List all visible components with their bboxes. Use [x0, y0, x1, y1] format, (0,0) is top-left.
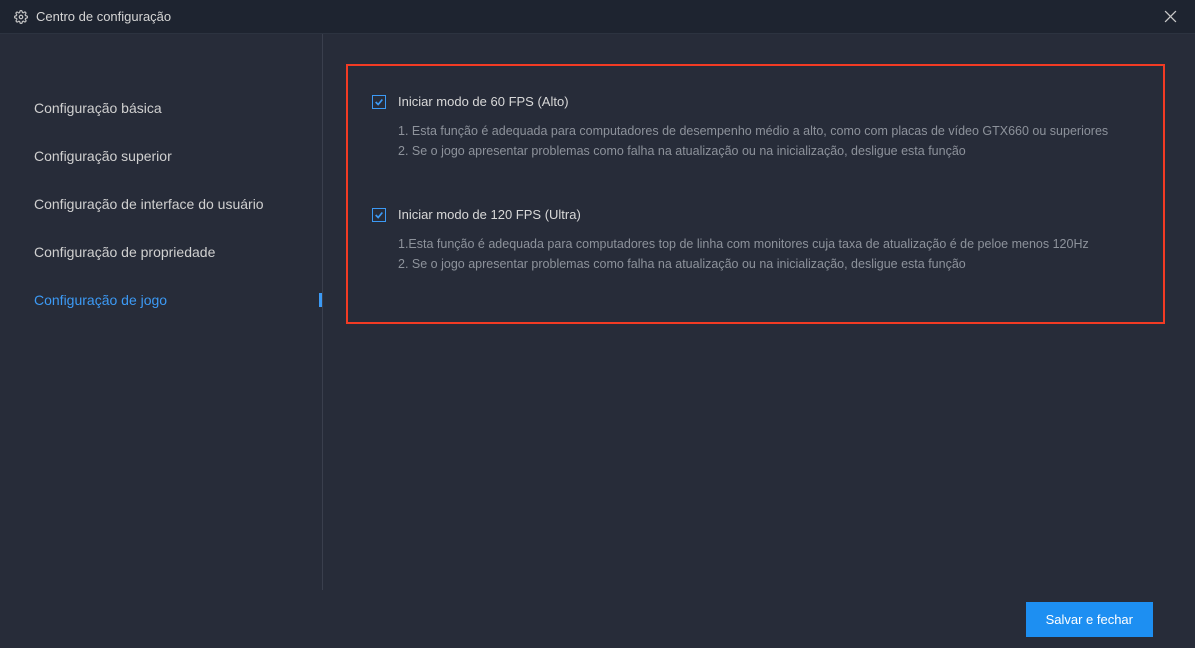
option-fps60-desc-line1: 1. Esta função é adequada para computado…	[398, 121, 1139, 141]
option-fps120-desc-line2: 2. Se o jogo apresentar problemas como f…	[398, 254, 1139, 274]
sidebar-item-ui[interactable]: Configuração de interface do usuário	[0, 180, 322, 228]
option-fps60-desc: 1. Esta função é adequada para computado…	[372, 121, 1139, 161]
option-fps120-desc: 1.Esta função é adequada para computador…	[372, 234, 1139, 274]
footer: Salvar e fechar	[0, 590, 1195, 648]
checkbox-fps60[interactable]	[372, 95, 386, 109]
sidebar-item-superior[interactable]: Configuração superior	[0, 132, 322, 180]
title-bar: Centro de configuração	[0, 0, 1195, 34]
gear-icon	[14, 10, 28, 24]
highlight-box: Iniciar modo de 60 FPS (Alto) 1. Esta fu…	[346, 64, 1165, 324]
main-panel: Iniciar modo de 60 FPS (Alto) 1. Esta fu…	[322, 34, 1195, 590]
sidebar-item-label: Configuração de interface do usuário	[34, 196, 264, 212]
option-fps120: Iniciar modo de 120 FPS (Ultra) 1.Esta f…	[372, 207, 1139, 274]
sidebar-item-property[interactable]: Configuração de propriedade	[0, 228, 322, 276]
option-fps60-desc-line2: 2. Se o jogo apresentar problemas como f…	[398, 141, 1139, 161]
checkbox-fps120[interactable]	[372, 208, 386, 222]
sidebar: Configuração básica Configuração superio…	[0, 34, 322, 590]
close-icon[interactable]	[1160, 6, 1181, 27]
option-fps60-label: Iniciar modo de 60 FPS (Alto)	[398, 94, 569, 109]
option-fps60: Iniciar modo de 60 FPS (Alto) 1. Esta fu…	[372, 94, 1139, 161]
option-fps120-label: Iniciar modo de 120 FPS (Ultra)	[398, 207, 581, 222]
sidebar-item-basic[interactable]: Configuração básica	[0, 84, 322, 132]
save-close-button[interactable]: Salvar e fechar	[1026, 602, 1153, 637]
sidebar-item-label: Configuração de propriedade	[34, 244, 215, 260]
sidebar-item-game[interactable]: Configuração de jogo	[0, 276, 322, 324]
sidebar-item-label: Configuração de jogo	[34, 292, 167, 308]
window-title: Centro de configuração	[36, 9, 1160, 24]
sidebar-item-label: Configuração superior	[34, 148, 172, 164]
vertical-divider	[322, 34, 323, 590]
sidebar-item-label: Configuração básica	[34, 100, 162, 116]
option-fps120-desc-line1: 1.Esta função é adequada para computador…	[398, 234, 1139, 254]
